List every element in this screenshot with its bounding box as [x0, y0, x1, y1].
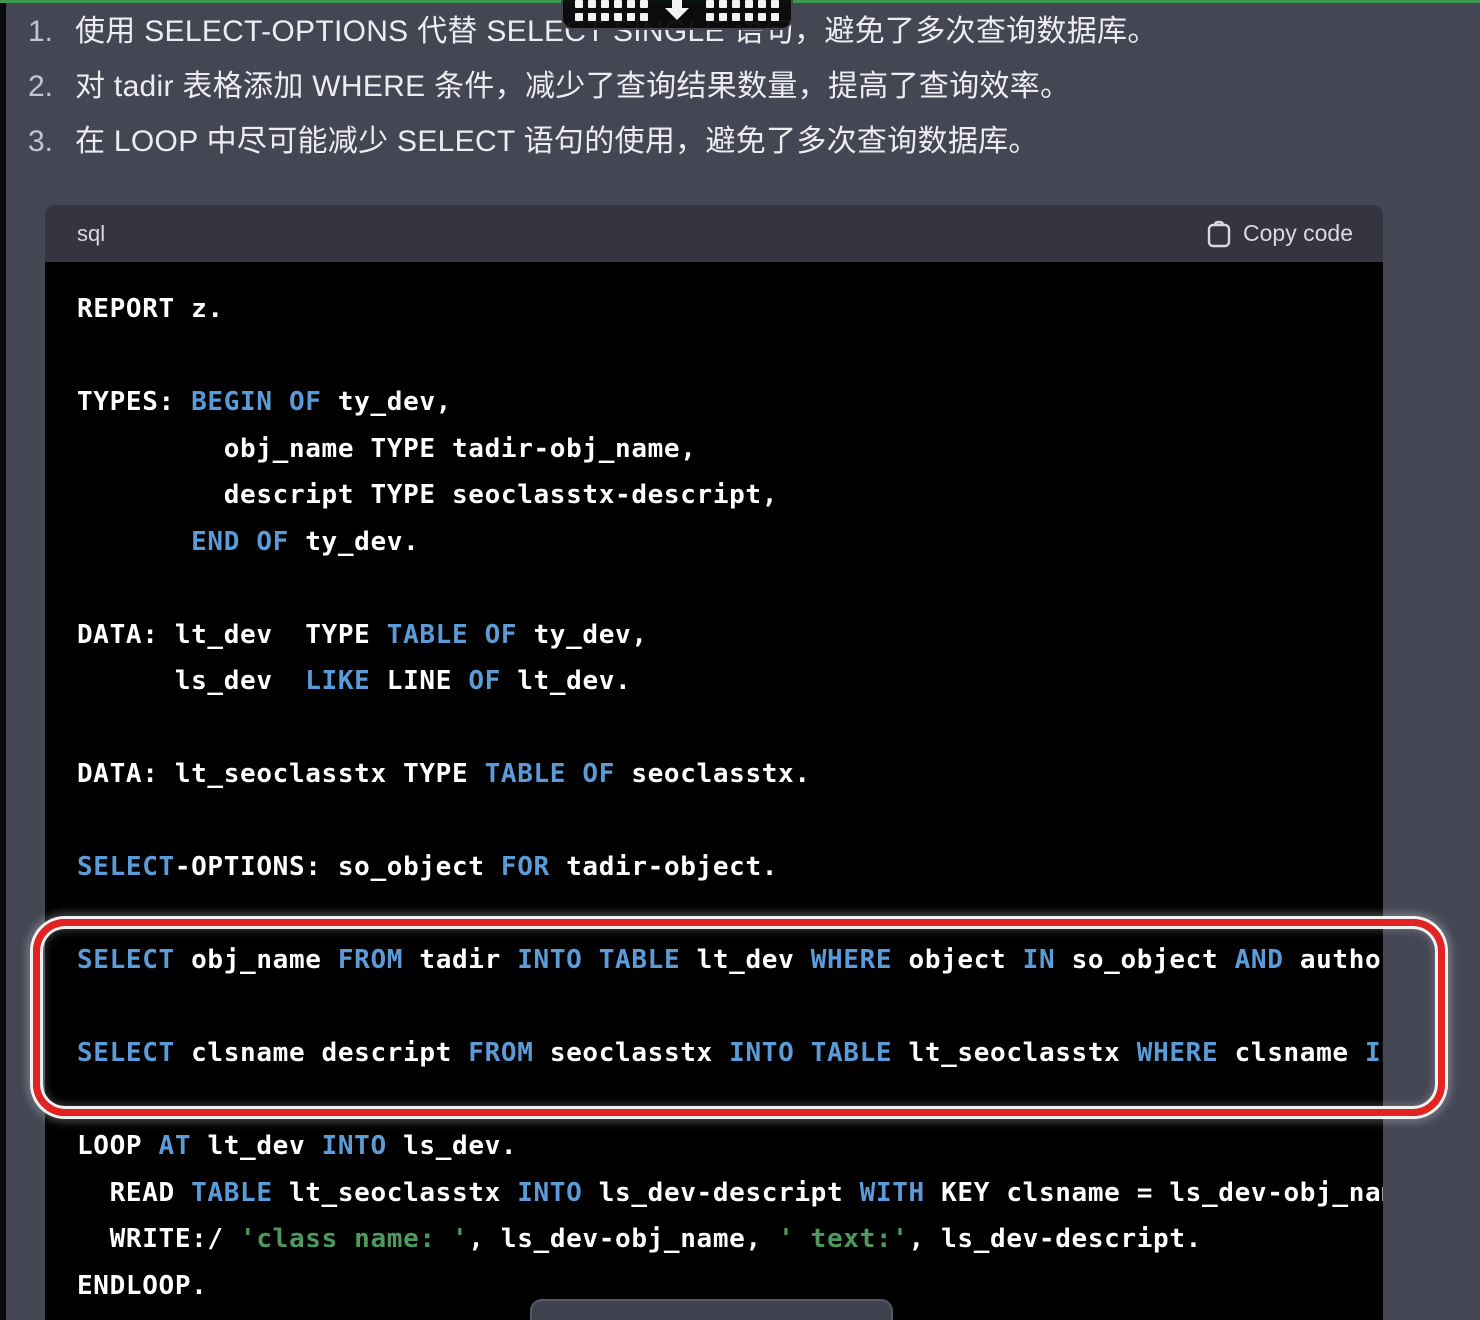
code-line: SELECT-OPTIONS: so_object FOR tadir-obje… [77, 844, 1383, 891]
code-content: REPORT z. TYPES: BEGIN OF ty_dev, obj_na… [45, 262, 1383, 1320]
code-line: READ TABLE lt_seoclasstx INTO ls_dev-des… [77, 1170, 1383, 1217]
list-item-text: 对 tadir 表格添加 WHERE 条件，减少了查询结果数量，提高了查询效率。 [75, 69, 1070, 105]
list-item: 3. 在 LOOP 中尽可能减少 SELECT 语句的使用，避免了多次查询数据库… [28, 124, 1428, 160]
code-line [77, 705, 1383, 752]
code-line [77, 1077, 1383, 1124]
code-line: SELECT clsname descript FROM seoclasstx … [77, 1030, 1383, 1077]
code-line: ls_dev LIKE LINE OF lt_dev. [77, 658, 1383, 705]
list-item-number: 1. [28, 14, 75, 50]
copy-code-button[interactable]: Copy code [1207, 220, 1353, 248]
list-item-number: 3. [28, 124, 75, 160]
code-line: REPORT z. [77, 286, 1383, 333]
code-line: DATA: lt_dev TYPE TABLE OF ty_dev, [77, 612, 1383, 659]
code-line: LOOP AT lt_dev INTO ls_dev. [77, 1123, 1383, 1170]
code-line: descript TYPE seoclasstx-descript, [77, 472, 1383, 519]
left-edge-strip [0, 3, 6, 1320]
dot-grid-right [706, 0, 779, 21]
drag-scroll-indicator [561, 0, 793, 30]
down-arrow-icon [665, 0, 689, 20]
dot-grid-left [575, 0, 648, 21]
list-item-number: 2. [28, 69, 75, 105]
list-item: 2. 对 tadir 表格添加 WHERE 条件，减少了查询结果数量，提高了查询… [28, 69, 1428, 105]
code-line: DATA: lt_seoclasstx TYPE TABLE OF seocla… [77, 751, 1383, 798]
code-line: TYPES: BEGIN OF ty_dev, [77, 379, 1383, 426]
code-line: WRITE:/ 'class name: ', ls_dev-obj_name,… [77, 1216, 1383, 1263]
code-line [77, 798, 1383, 845]
code-line [77, 984, 1383, 1031]
code-line [77, 333, 1383, 380]
code-line: obj_name TYPE tadir-obj_name, [77, 426, 1383, 473]
language-label: sql [77, 221, 105, 247]
code-block: sql Copy code REPORT z. TYPES: BEGIN OF … [45, 205, 1383, 1320]
code-line [77, 891, 1383, 938]
list-item-text: 在 LOOP 中尽可能减少 SELECT 语句的使用，避免了多次查询数据库。 [75, 124, 1039, 160]
ordered-list: 1. 使用 SELECT-OPTIONS 代替 SELECT SINGLE 语句… [28, 14, 1428, 160]
clipboard-icon [1207, 220, 1231, 248]
code-line: END OF ty_dev. [77, 519, 1383, 566]
bottom-partial-button[interactable] [530, 1299, 893, 1320]
code-line: SELECT obj_name FROM tadir INTO TABLE lt… [77, 937, 1383, 984]
code-line [77, 565, 1383, 612]
code-block-header: sql Copy code [45, 205, 1383, 262]
copy-code-label: Copy code [1243, 220, 1353, 247]
